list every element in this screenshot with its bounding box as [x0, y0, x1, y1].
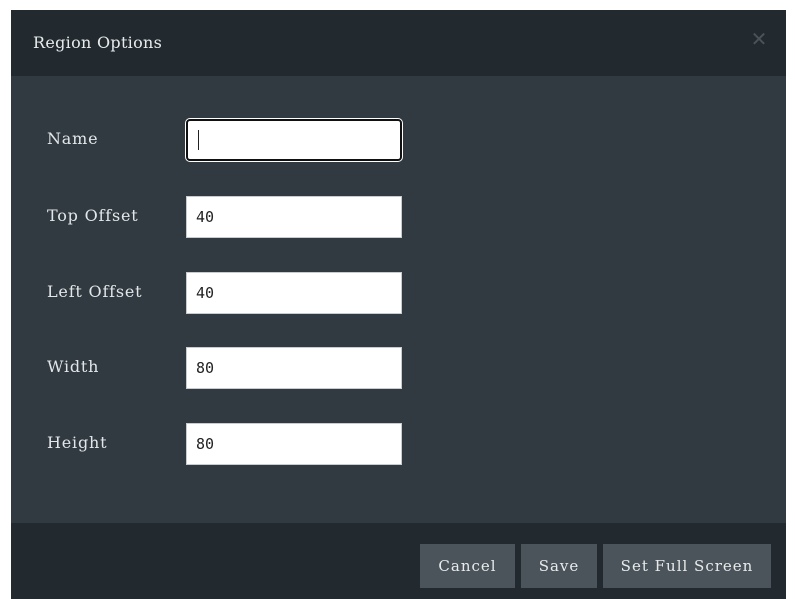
name-field[interactable]: [186, 119, 402, 161]
left-offset-label: Left Offset: [47, 282, 143, 301]
dialog-header: Region Options ✕: [11, 10, 786, 76]
cancel-button[interactable]: Cancel: [420, 544, 515, 588]
dialog-footer: Cancel Save Set Full Screen: [11, 523, 786, 599]
dialog-title: Region Options: [33, 33, 163, 52]
left-offset-field[interactable]: [186, 272, 402, 314]
top-offset-field[interactable]: [186, 196, 402, 238]
name-label: Name: [47, 129, 99, 148]
width-field[interactable]: [186, 347, 402, 389]
left-offset-row: Left Offset: [11, 272, 786, 316]
save-button[interactable]: Save: [521, 544, 597, 588]
name-row: Name: [11, 119, 786, 163]
height-field[interactable]: [186, 423, 402, 465]
close-icon[interactable]: ✕: [748, 28, 770, 50]
region-options-dialog: Region Options ✕ Name Top Offset Left Of…: [11, 10, 786, 599]
height-label: Height: [47, 433, 108, 452]
height-row: Height: [11, 423, 786, 467]
width-row: Width: [11, 347, 786, 391]
width-label: Width: [47, 357, 100, 376]
set-full-screen-button[interactable]: Set Full Screen: [603, 544, 771, 588]
top-offset-row: Top Offset: [11, 196, 786, 240]
dialog-body: Name Top Offset Left Offset Width Height: [11, 76, 786, 523]
text-caret: [198, 130, 199, 150]
top-offset-label: Top Offset: [47, 206, 139, 225]
